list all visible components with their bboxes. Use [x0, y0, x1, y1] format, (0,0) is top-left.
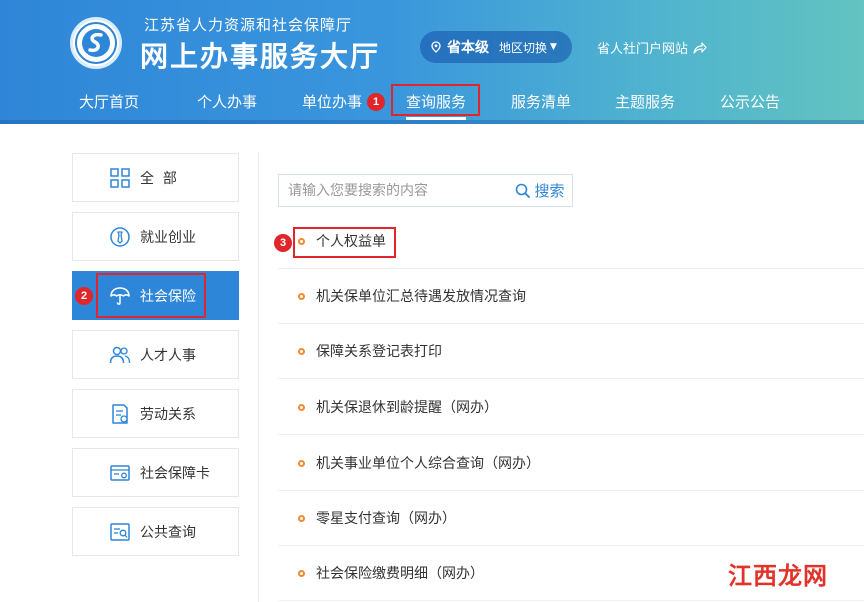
list-item[interactable]: 零星支付查询（网办） [278, 491, 864, 546]
current-level: 省本级 [447, 40, 489, 56]
search-button-label: 搜索 [534, 182, 565, 200]
sidebar-item-employment[interactable]: 就业创业 [72, 212, 239, 261]
nav-item-home[interactable]: 大厅首页 [79, 84, 139, 120]
divider [258, 152, 259, 602]
search-icon [516, 183, 531, 198]
emblem-icon [75, 22, 117, 64]
bullet-icon [298, 459, 305, 467]
list-item-label: 社会保险缴费明细（网办） [316, 566, 484, 582]
search-button[interactable]: 搜索 [508, 175, 572, 206]
caret-down-icon: ▼ [550, 42, 557, 52]
list-item[interactable]: 机关保退休到龄提醒（网办） [278, 380, 864, 435]
watermark: 江西龙网 [728, 562, 828, 590]
sidebar-item-label: 人才人事 [140, 347, 196, 364]
region-selector[interactable]: 省本级 地区切换 ▼ [420, 31, 572, 63]
org-name: 江苏省人力资源和社会保障厅 [144, 16, 353, 34]
bullet-icon [298, 514, 305, 522]
sidebar-item-all[interactable]: 全 部 [72, 153, 239, 202]
sidebar-item-label: 全 部 [140, 170, 177, 187]
list-item-label: 机关事业单位个人综合查询（网办） [316, 456, 540, 472]
step-badge-1: 1 [367, 93, 385, 111]
nav-item-service-list[interactable]: 服务清单 [511, 84, 571, 120]
bullet-icon [298, 569, 305, 577]
step-badge-3: 3 [274, 234, 292, 252]
list-item[interactable]: 机关事业单位个人综合查询（网办） [278, 436, 864, 491]
search-input[interactable] [279, 175, 504, 206]
list-item[interactable]: 机关保单位汇总待遇发放情况查询 [278, 269, 864, 324]
location-pin-icon [431, 41, 441, 53]
sidebar-item-label: 公共查询 [140, 524, 196, 541]
list-item-label: 机关保退休到龄提醒（网办） [316, 400, 498, 416]
logo [70, 17, 122, 69]
bullet-icon [298, 292, 305, 300]
region-switch-label[interactable]: 地区切换 [499, 39, 547, 56]
document-icon [112, 403, 128, 424]
nav-item-unit[interactable]: 单位办事 [302, 84, 362, 120]
page: 江苏省人力资源和社会保障厅 网上办事服务大厅 省本级 地区切换 ▼ 省人社门户网… [0, 0, 864, 602]
search-box: 搜索 [278, 174, 573, 207]
highlight-box-step1 [391, 84, 480, 116]
list-item-label: 零星支付查询（网办） [316, 511, 456, 527]
bullet-icon [298, 347, 305, 355]
sidebar-item-label: 劳动关系 [140, 406, 196, 423]
sidebar-item-label: 就业创业 [140, 229, 196, 246]
portal-link-label[interactable]: 省人社门户网站 [597, 38, 688, 57]
sidebar-item-talent[interactable]: 人才人事 [72, 330, 239, 379]
sidebar-item-labor-relations[interactable]: 劳动关系 [72, 389, 239, 438]
list-item-label: 机关保单位汇总待遇发放情况查询 [316, 289, 526, 305]
step-badge-2: 2 [75, 287, 93, 305]
site-title: 网上办事服务大厅 [140, 40, 381, 73]
card-icon [110, 464, 130, 481]
nav-item-personal[interactable]: 个人办事 [197, 84, 257, 120]
sidebar-item-label: 社会保障卡 [140, 465, 210, 482]
sidebar-item-social-card[interactable]: 社会保障卡 [72, 448, 239, 497]
nav-item-notices[interactable]: 公示公告 [720, 84, 780, 120]
list-item-label: 保障关系登记表打印 [316, 344, 442, 360]
portal-link[interactable]: 省人社门户网站 [597, 38, 707, 57]
highlight-box-step2 [96, 273, 206, 318]
bullet-icon [298, 403, 305, 411]
sidebar-item-public-query[interactable]: 公共查询 [72, 507, 239, 556]
share-arrow-icon [693, 41, 707, 54]
employment-icon [110, 226, 130, 247]
people-icon [109, 346, 131, 363]
grid-icon [110, 167, 130, 188]
list-item[interactable]: 保障关系登记表打印 [278, 324, 864, 379]
nav-item-themes[interactable]: 主题服务 [615, 84, 675, 120]
highlight-box-step3 [293, 227, 396, 258]
query-icon [110, 522, 130, 541]
